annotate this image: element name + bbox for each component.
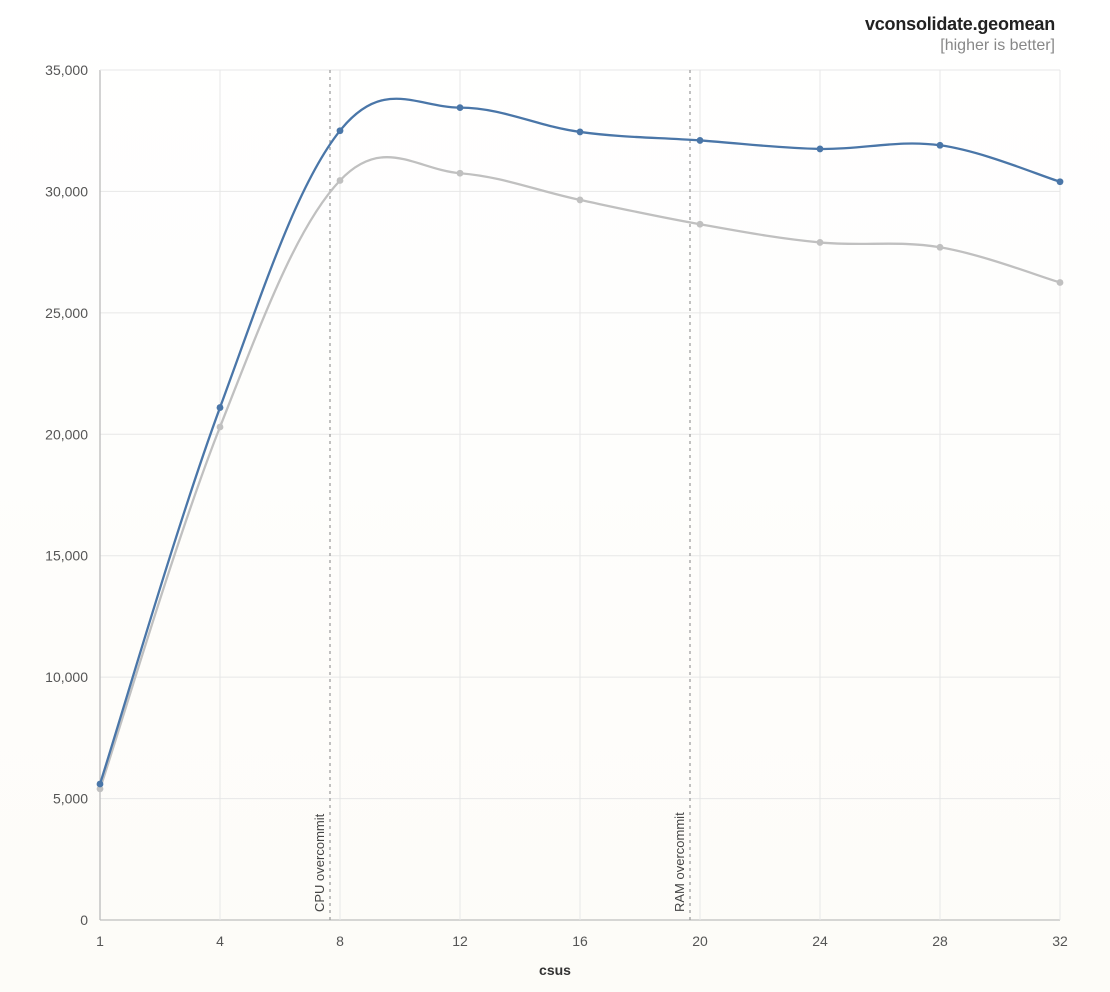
annotation-label: CPU overcommit xyxy=(312,813,327,912)
series-gray-point xyxy=(577,197,584,204)
chart-container: vconsolidate.geomean [higher is better] … xyxy=(0,0,1110,992)
series-gray-point xyxy=(937,244,944,251)
series-blue-point xyxy=(457,104,464,111)
y-tick-label: 15,000 xyxy=(45,548,88,564)
series-gray-point xyxy=(337,177,344,184)
y-tick-label: 35,000 xyxy=(45,62,88,78)
series-blue-point xyxy=(337,127,344,134)
y-tick-label: 0 xyxy=(80,912,88,928)
series-blue-point xyxy=(1057,178,1064,185)
series-blue-point xyxy=(817,146,824,153)
series-blue-point xyxy=(217,404,224,411)
x-tick-label: 20 xyxy=(692,933,708,949)
x-tick-label: 4 xyxy=(216,933,224,949)
y-tick-label: 20,000 xyxy=(45,426,88,442)
chart-svg: 0 5,000 10,000 15,000 20,000 25,000 30,000 35,0… xyxy=(0,0,1110,992)
x-tick-label: 24 xyxy=(812,933,828,949)
series-gray-point xyxy=(817,239,824,246)
series-blue-point xyxy=(97,781,104,788)
x-axis-label: csus xyxy=(0,962,1110,978)
series-gray-point xyxy=(457,170,464,177)
y-tick-label: 5,000 xyxy=(53,791,88,807)
x-tick-label: 16 xyxy=(572,933,588,949)
y-tick-label: 10,000 xyxy=(45,669,88,685)
series-gray-point xyxy=(1057,279,1064,286)
series-gray-point xyxy=(217,424,224,431)
y-tick-label: 25,000 xyxy=(45,305,88,321)
x-tick-label: 1 xyxy=(96,933,104,949)
series-blue-point xyxy=(697,137,704,144)
x-tick-label: 28 xyxy=(932,933,948,949)
series-blue-point xyxy=(577,129,584,136)
x-tick-label: 32 xyxy=(1052,933,1068,949)
series-gray-point xyxy=(697,221,704,228)
series-blue-point xyxy=(937,142,944,149)
y-tick-label: 30,000 xyxy=(45,183,88,199)
x-tick-label: 12 xyxy=(452,933,468,949)
x-tick-label: 8 xyxy=(336,933,344,949)
annotation-label: RAM overcommit xyxy=(672,812,687,912)
